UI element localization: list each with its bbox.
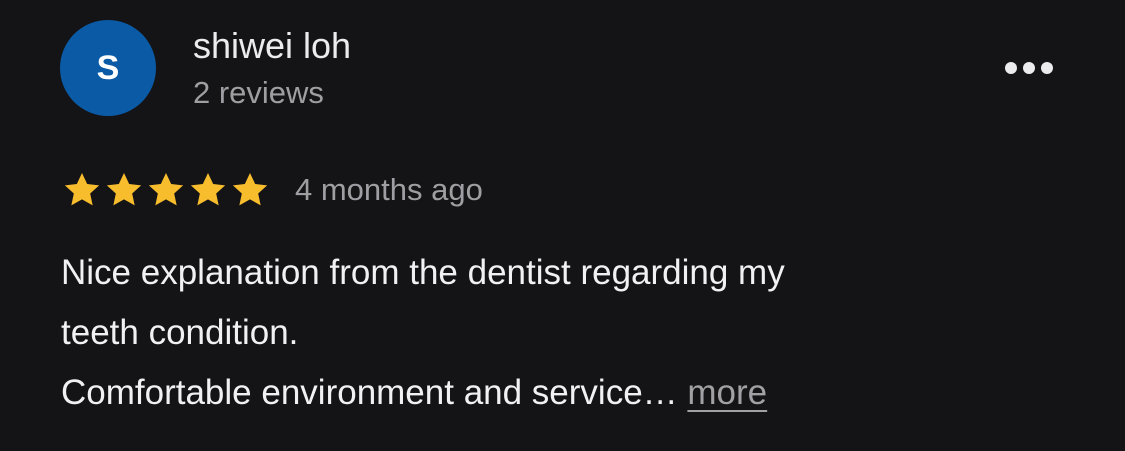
review-text-line-last: Comfortable environment and service… mor… (61, 363, 1061, 423)
review-text-truncated: Comfortable environment and service… (61, 373, 678, 412)
more-horizontal-icon-dot (1005, 62, 1017, 74)
star-icon (64, 173, 100, 206)
more-options-button[interactable] (996, 46, 1062, 90)
star-icon (232, 173, 268, 206)
more-link[interactable]: more (687, 373, 767, 412)
avatar-initial: S (96, 48, 120, 87)
review-date: 4 months ago (295, 172, 483, 207)
author-review-count: 2 reviews (193, 75, 324, 110)
review-text-line: teeth condition. (61, 313, 299, 352)
avatar[interactable]: S (60, 20, 156, 116)
more-horizontal-icon-dot (1023, 62, 1035, 74)
star-icon (106, 173, 142, 206)
star-rating (62, 168, 270, 212)
review-card: S shiwei loh 2 reviews 4 months ago Nice… (0, 0, 1125, 451)
review-text-line: Nice explanation from the dentist regard… (61, 253, 785, 292)
star-icon (148, 173, 184, 206)
star-icon (190, 173, 226, 206)
more-horizontal-icon-dot (1041, 62, 1053, 74)
review-body: Nice explanation from the dentist regard… (61, 243, 1061, 423)
author-name[interactable]: shiwei loh (193, 24, 351, 68)
